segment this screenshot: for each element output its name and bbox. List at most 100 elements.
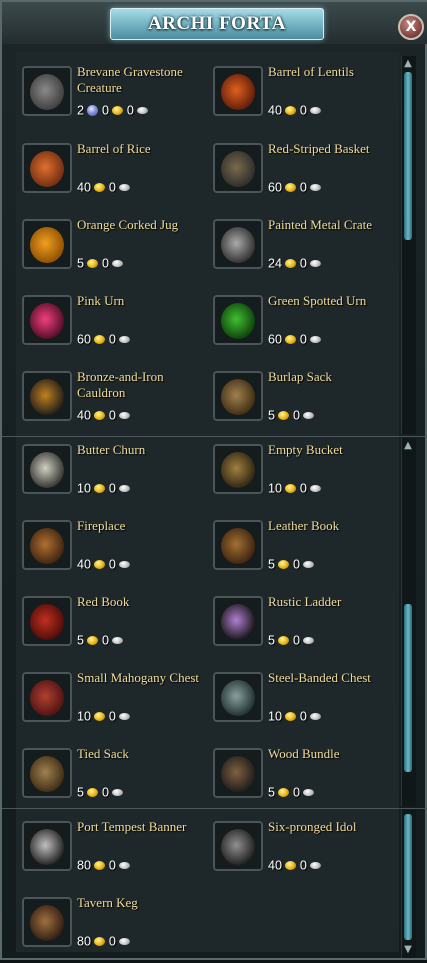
silver-coin-icon xyxy=(118,561,130,569)
gem-icon xyxy=(86,105,98,117)
list-item[interactable]: Tied Sack 5 0 xyxy=(16,744,202,814)
list-item[interactable]: Painted Metal Crate 24 0 xyxy=(207,215,393,285)
silver-coin-icon xyxy=(302,412,314,420)
item-price: 50 xyxy=(268,407,318,423)
list-item[interactable]: Small Mahogany Chest 10 0 xyxy=(16,668,202,738)
item-price: 2 0 0 xyxy=(77,102,152,118)
item-name: Rustic Ladder xyxy=(268,594,342,609)
silver-coin-icon xyxy=(118,336,130,344)
scrollbar-thumb[interactable] xyxy=(404,814,412,940)
item-name: Green Spotted Urn xyxy=(268,293,367,308)
close-button[interactable]: X xyxy=(398,14,424,40)
silver-coin-icon xyxy=(111,637,123,645)
wood-bundle-icon xyxy=(213,748,263,798)
item-name: Red Book xyxy=(77,594,130,609)
item-price: 80 0 xyxy=(77,933,134,949)
list-item[interactable]: Empty Bucket 10 0 xyxy=(207,440,393,510)
item-price: 50 xyxy=(77,255,127,271)
list-item[interactable]: Wood Bundle 5 0 xyxy=(207,744,393,814)
gold-count: 24 xyxy=(268,256,282,271)
gold-coin-icon xyxy=(93,335,105,345)
gold-coin-icon xyxy=(93,411,105,421)
list-item[interactable]: Leather Book 5 0 xyxy=(207,516,393,586)
item-price: 60 0 xyxy=(77,331,134,347)
list-item[interactable]: Fireplace 40 0 xyxy=(16,516,202,586)
silver-coin-icon xyxy=(118,184,130,192)
scrollbar-thumb[interactable] xyxy=(404,604,412,772)
silver-coin-icon xyxy=(302,561,314,569)
silver-coin-icon xyxy=(118,862,130,870)
silver-coin-icon xyxy=(309,713,321,721)
gold-count: 5 xyxy=(77,256,84,271)
list-item[interactable]: Burlap Sack 5 0 xyxy=(207,367,393,437)
book-icon xyxy=(213,520,263,570)
gold-coin-icon xyxy=(284,712,296,722)
list-item[interactable]: Pink Urn 60 0 xyxy=(16,291,202,361)
silver-count: 0 xyxy=(299,103,307,118)
item-name: Tied Sack xyxy=(77,746,129,761)
gold-count: 5 xyxy=(268,557,275,572)
gold-count: 10 xyxy=(268,481,282,496)
item-name: Empty Bucket xyxy=(268,442,343,457)
silver-coin-icon xyxy=(111,789,123,797)
gold-count: 10 xyxy=(77,481,91,496)
item-name: Small Mahogany Chest xyxy=(77,670,200,685)
silver-coin-icon xyxy=(309,260,321,268)
item-price: 60 0 xyxy=(268,331,325,347)
gold-count: 5 xyxy=(77,785,84,800)
ladder-icon xyxy=(213,596,263,646)
item-price: 50 xyxy=(77,784,127,800)
list-item[interactable]: Rustic Ladder 5 0 xyxy=(207,592,393,662)
gold-count: 40 xyxy=(77,557,91,572)
item-name: Fireplace xyxy=(77,518,126,533)
scrollbar-thumb[interactable] xyxy=(404,72,412,240)
list-item[interactable]: Steel-Banded Chest 10 0 xyxy=(207,668,393,738)
scroll-down-arrow-icon[interactable]: ▼ xyxy=(401,944,415,956)
gold-coin-icon xyxy=(277,411,289,421)
list-item[interactable]: Six-pronged Idol 40 0 xyxy=(207,817,393,887)
item-name: Orange Corked Jug xyxy=(77,217,179,232)
item-price: 80 0 xyxy=(77,857,134,873)
item-name: Brevane Gravestone Creature xyxy=(77,64,183,95)
silver-count: 0 xyxy=(299,256,307,271)
item-price: 40 0 xyxy=(77,407,134,423)
list-item[interactable]: Red-Striped Basket 60 0 xyxy=(207,139,393,209)
scroll-up-arrow-icon[interactable]: ▲ xyxy=(401,440,415,452)
gold-count: 5 xyxy=(268,633,275,648)
list-item[interactable]: Bronze-and-Iron Cauldron 40 0 xyxy=(16,367,202,437)
list-item[interactable]: Red Book 5 0 xyxy=(16,592,202,662)
gold-coin-icon xyxy=(93,861,105,871)
silver-count: 0 xyxy=(292,557,300,572)
scroll-up-arrow-icon[interactable]: ▲ xyxy=(401,58,415,70)
gold-count: 40 xyxy=(268,103,282,118)
list-item[interactable]: Tavern Keg 80 0 xyxy=(16,893,202,963)
gold-coin-icon xyxy=(93,484,105,494)
gold-coin-icon xyxy=(93,560,105,570)
list-item[interactable]: Barrel of Lentils 40 0 xyxy=(207,62,393,132)
silver-coin-icon xyxy=(111,260,123,268)
silver-coin-icon xyxy=(118,938,130,946)
silver-coin-icon xyxy=(302,789,314,797)
silver-count: 0 xyxy=(299,858,307,873)
silver-count: 0 xyxy=(108,557,116,572)
item-name: Leather Book xyxy=(268,518,340,533)
item-price: 10 0 xyxy=(268,480,325,496)
list-item[interactable]: Brevane Gravestone Creature 2 0 0 xyxy=(16,62,202,132)
item-name: Pink Urn xyxy=(77,293,125,308)
title-plate: ARCHI FORTA xyxy=(110,8,324,40)
firewood-icon xyxy=(22,520,72,570)
list-item[interactable]: Butter Churn 10 0 xyxy=(16,440,202,510)
gold-coin-icon xyxy=(284,259,296,269)
list-item[interactable]: Green Spotted Urn 60 0 xyxy=(207,291,393,361)
item-price: 40 0 xyxy=(77,556,134,572)
item-name: Butter Churn xyxy=(77,442,146,457)
list-item[interactable]: Orange Corked Jug 5 0 xyxy=(16,215,202,285)
silver-count: 0 xyxy=(108,180,116,195)
list-item[interactable]: Port Tempest Banner 80 0 xyxy=(16,817,202,887)
gold-count: 80 xyxy=(77,934,91,949)
gold-coin-icon xyxy=(93,183,105,193)
item-name: Tavern Keg xyxy=(77,895,138,910)
urn-icon xyxy=(213,295,263,345)
gold-coin-icon xyxy=(284,484,296,494)
list-item[interactable]: Barrel of Rice 40 0 xyxy=(16,139,202,209)
